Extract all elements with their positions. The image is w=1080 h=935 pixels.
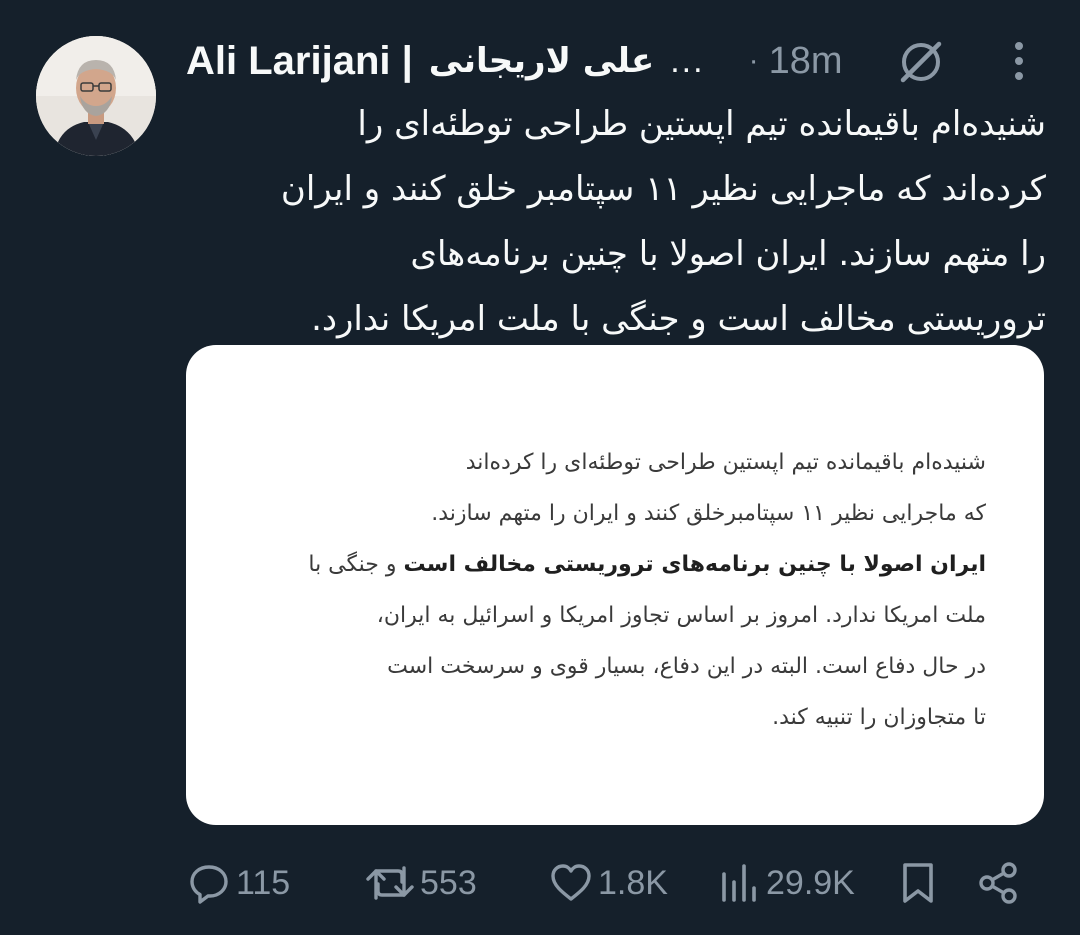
reply-icon [190,865,228,904]
views-count: 29.9K [766,863,855,902]
author-name-persian[interactable]: علی لاریجانی [429,41,654,81]
media-text: شنیده‌ام باقیمانده تیم اپستین طراحی توطئ… [226,437,986,743]
views-button[interactable]: 29.9K [718,858,855,908]
media-text-bold: ایران اصولا با چنین برنامه‌های تروریستی … [403,552,986,577]
reply-button[interactable]: 115 [186,858,290,908]
grok-icon[interactable] [895,36,947,88]
views-icon [722,864,756,902]
name-truncation: ... [670,41,705,80]
bookmark-icon [903,863,933,903]
tweet-text-line: تروریستی مخالف است و جنگی با ملت امریکا … [311,299,1046,339]
media-text-line: شنیده‌ام باقیمانده تیم اپستین طراحی توطئ… [465,450,986,475]
tweet-text: شنیده‌ام باقیمانده تیم اپستین طراحی توطئ… [186,92,1046,352]
tweet-text-line: کرده‌اند که ماجرایی نظیر ۱۱ سپتامبر خلق … [280,169,1046,209]
timestamp[interactable]: 18m [769,40,843,83]
reply-count: 115 [236,863,291,902]
media-text-rest: و جنگی با [308,552,404,577]
media-image[interactable]: شنیده‌ام باقیمانده تیم اپستین طراحی توطئ… [186,345,1044,825]
avatar[interactable] [36,36,156,156]
tweet-text-line: را متهم سازند. ایران اصولا با چنین برنام… [410,234,1046,274]
action-bar: 115 553 1.8K 29.9K [186,858,1046,908]
more-vertical-icon[interactable] [1004,40,1034,82]
media-text-line: تا متجاوزان را تنبیه کند. [772,705,986,730]
repost-count: 553 [420,863,477,902]
avatar-image [36,36,156,156]
media-text-line: ایران اصولا با چنین برنامه‌های تروریستی … [226,539,986,590]
like-button[interactable]: 1.8K [548,858,668,908]
share-button[interactable] [976,858,1022,908]
media-text-line: که ماجرایی نظیر ۱۱ سپتامبرخلق کنند و ایر… [431,501,986,526]
author-name[interactable]: Ali Larijani | علی لاریجانی ... [186,39,705,84]
bookmark-button[interactable] [898,858,938,908]
media-text-line: در حال دفاع است. البته در این دفاع، بسیا… [387,654,986,679]
time-separator: · [748,44,759,77]
tweet: Ali Larijani | علی لاریجانی ... · 18m شن… [0,0,1080,935]
tweet-text-line: شنیده‌ام باقیمانده تیم اپستین طراحی توطئ… [357,104,1046,144]
share-icon [979,862,1017,904]
heart-icon [551,864,591,901]
media-text-line: ملت امریکا ندارد. امروز بر اساس تجاوز ام… [376,603,986,628]
author-name-latin[interactable]: Ali Larijani | [186,39,413,84]
repost-icon [366,866,414,900]
repost-button[interactable]: 553 [364,858,477,908]
like-count: 1.8K [598,863,668,902]
